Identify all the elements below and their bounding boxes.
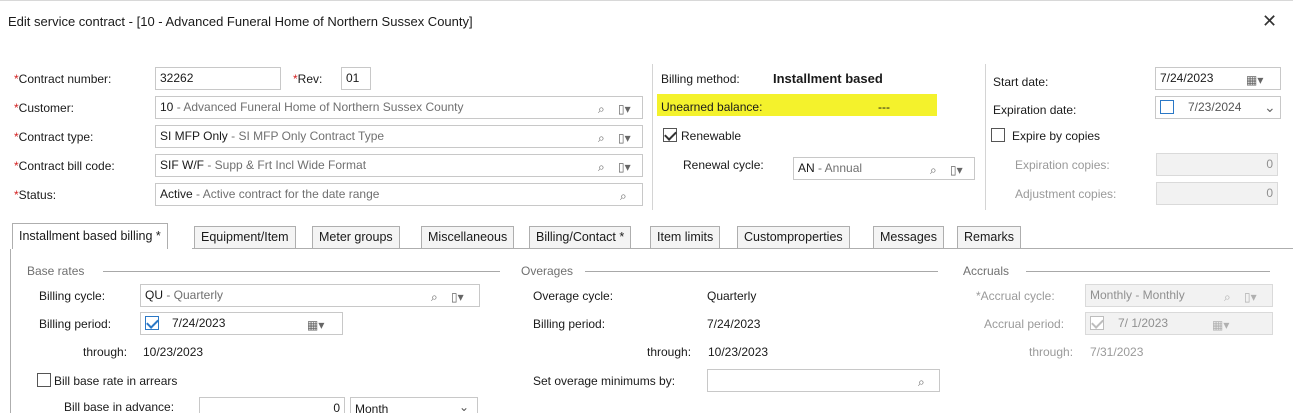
dropdown-icon[interactable]: ▯▾ [618,128,631,147]
base-through-label: through: [83,345,128,359]
bill-in-advance-field[interactable]: 0 [199,397,345,413]
base-rates-divider [103,271,500,272]
window-title: Edit service contract - [10 - Advanced F… [8,14,473,29]
rev-label: *Rev: [293,72,323,86]
renewal-cycle-field[interactable]: AN - Annual ⌕ ▯▾ [793,157,975,180]
accruals-group-label: Accruals [963,264,1010,278]
unearned-balance-value: --- [878,100,890,114]
separator [652,64,653,210]
dropdown-icon[interactable]: ▯▾ [950,160,963,179]
billing-period-field[interactable]: 7/24/2023 ▦▾ [140,312,343,335]
close-icon[interactable]: ✕ [1262,11,1277,31]
calendar-icon: ▦▾ [1212,318,1230,332]
renewal-cycle-label: Renewal cycle: [683,158,764,172]
adjustment-copies-field[interactable]: 0 [1156,182,1278,205]
expire-by-copies-label: Expire by copies [1012,129,1101,143]
renewable-label: Renewable [681,129,742,143]
top-border [0,0,1293,4]
status-label: *Status: [14,188,57,202]
overages-divider [585,271,938,272]
overage-billing-period-label: Billing period: [533,317,606,331]
customer-label: *Customer: [14,101,75,115]
search-icon[interactable]: ⌕ [930,160,937,179]
tab-customproperties[interactable]: Customproperties [737,226,850,249]
accrual-cycle-label: *Accrual cycle: [976,289,1055,303]
overage-through-value: 10/23/2023 [708,345,769,359]
billing-method-value: Installment based [773,71,883,86]
tab-installment-based-billing[interactable]: Installment based billing * [12,223,168,249]
accrual-through-label: through: [1029,345,1074,359]
contract-bill-code-field[interactable]: SIF W/F - Supp & Frt Incl Wide Format ⌕ … [155,154,643,177]
search-icon[interactable]: ⌕ [918,372,925,391]
dropdown-icon[interactable]: ▯▾ [618,99,631,118]
accrual-period-label: Accrual period: [984,317,1065,331]
tab-item-limits[interactable]: Item limits [650,226,721,249]
separator [985,64,986,210]
overage-minimums-field[interactable]: ⌕ [707,369,940,392]
dropdown-icon[interactable]: ▯▾ [618,157,631,176]
status-field[interactable]: Active - Active contract for the date ra… [155,183,643,206]
billing-method-label: Billing method: [661,72,740,86]
overage-minimums-label: Set overage minimums by: [533,374,676,388]
adjustment-copies-label: Adjustment copies: [1015,187,1117,201]
billing-cycle-label: Billing cycle: [39,289,106,303]
contract-bill-code-label: *Contract bill code: [14,159,115,173]
overage-billing-period-value: 7/24/2023 [707,317,761,331]
tab-miscellaneous[interactable]: Miscellaneous [421,226,515,249]
title-bar: Edit service contract - [10 - Advanced F… [0,0,1293,44]
search-icon: ⌕ [1224,290,1231,304]
customer-field[interactable]: 10 - Advanced Funeral Home of Northern S… [155,96,643,119]
contract-number-field[interactable]: 32262 [155,67,281,90]
start-date-label: Start date: [993,75,1049,89]
billing-cycle-field[interactable]: QU - Quarterly ⌕ ▯▾ [140,284,480,307]
renewable-checkbox[interactable] [663,128,677,142]
base-through-value: 10/23/2023 [143,345,204,359]
search-icon[interactable]: ⌕ [598,157,605,176]
tab-messages[interactable]: Messages [873,226,944,249]
overages-group-label: Overages [521,264,574,278]
expire-by-copies-checkbox[interactable] [991,128,1005,142]
search-icon[interactable]: ⌕ [431,287,438,306]
base-rates-group-label: Base rates [27,264,85,278]
billing-period-checkbox[interactable] [145,316,159,330]
expiration-copies-field[interactable]: 0 [1156,153,1278,176]
calendar-icon[interactable]: ▦▾ [307,315,324,334]
chevron-down-icon: ⌄ [459,400,470,413]
search-icon[interactable]: ⌕ [598,128,605,147]
start-date-field[interactable]: 7/24/2023 ▦▾ [1155,67,1281,90]
calendar-icon[interactable]: ▦▾ [1246,70,1263,89]
search-icon[interactable]: ⌕ [598,99,605,118]
advance-unit-select[interactable]: Month ⌄ [350,397,478,413]
accrual-through-value: 7/31/2023 [1090,345,1144,359]
tab-equipment-item[interactable]: Equipment/Item [194,226,296,249]
accrual-period-field[interactable]: 7/ 1/2023 ▦▾ [1085,312,1273,335]
overage-cycle-value: Quarterly [707,289,757,303]
bill-in-arrears-checkbox[interactable] [37,373,51,387]
search-icon[interactable]: ⌕ [620,186,627,205]
dropdown-icon: ▯▾ [1244,290,1257,304]
accrual-period-checkbox [1090,316,1104,330]
billing-period-label: Billing period: [39,317,112,331]
expiration-copies-label: Expiration copies: [1015,158,1110,172]
expiration-date-field[interactable]: 7/23/2024 ⌄ [1155,96,1281,119]
expiration-date-label: Expiration date: [993,103,1077,117]
contract-number-label: *Contract number: [14,72,112,86]
chevron-down-icon[interactable]: ⌄ [1264,97,1276,118]
bill-in-arrears-label: Bill base rate in arrears [54,374,178,388]
unearned-balance-label: Unearned balance: [661,100,763,114]
tab-billing-contact[interactable]: Billing/Contact * [529,226,632,249]
dropdown-icon[interactable]: ▯▾ [451,287,464,306]
accrual-cycle-field[interactable]: Monthly - Monthly ⌕ ▯▾ [1085,284,1273,307]
tab-meter-groups[interactable]: Meter groups [312,226,400,249]
bill-in-advance-label: Bill base in advance: [64,400,175,413]
overage-through-label: through: [647,345,692,359]
contract-type-label: *Contract type: [14,130,94,144]
tab-remarks[interactable]: Remarks [957,226,1022,249]
overage-cycle-label: Overage cycle: [533,289,614,303]
rev-field[interactable]: 01 [341,67,371,90]
expiration-date-checkbox[interactable] [1160,100,1174,114]
contract-type-field[interactable]: SI MFP Only - SI MFP Only Contract Type … [155,125,643,148]
accruals-divider [1026,271,1270,272]
